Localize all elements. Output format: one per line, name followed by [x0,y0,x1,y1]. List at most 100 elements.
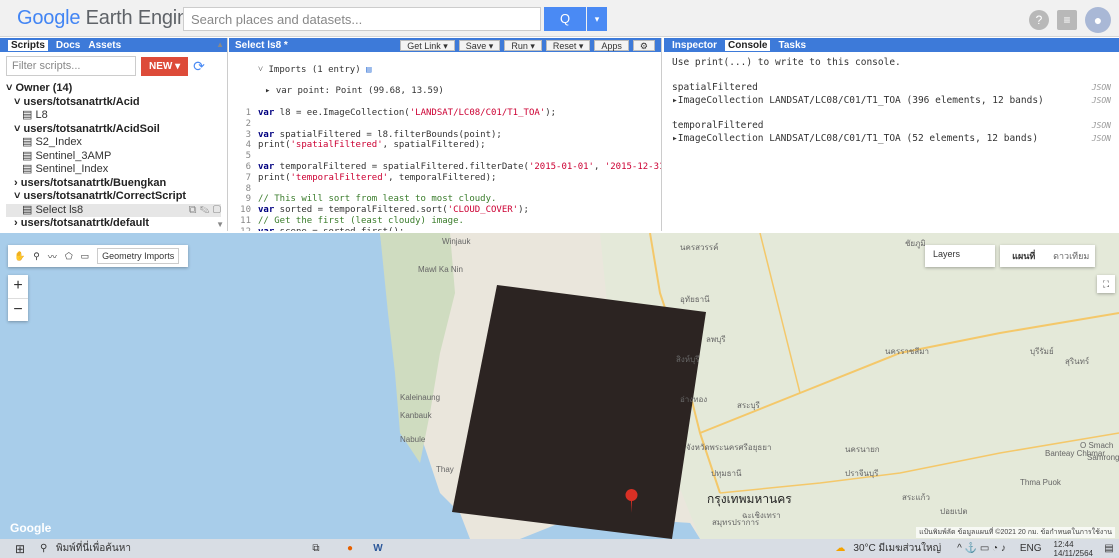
search-dropdown-button[interactable]: ▾ [587,7,607,31]
map-place-label: จังหวัดพระนครศรีอยุธยา [686,443,772,452]
json-link[interactable]: JSON [1092,94,1111,107]
map-type-map[interactable]: แผนที่ [1000,249,1048,263]
firefox-icon[interactable]: ● [336,543,364,554]
tab-docs[interactable]: Docs [56,40,80,51]
script-tree-item[interactable]: › users/totsanatrtk/Klongluang [6,231,221,232]
script-tree-item-wrap: › users/totsanatrtk/Buengkan [14,177,166,189]
script-tree-item[interactable]: ˅ Owner (14) [6,82,221,96]
script-action-icons[interactable]: ⧉ ✎ ▢ [189,204,221,218]
script-tree-item[interactable]: ▤ S2_Index [6,136,221,150]
task-view-icon[interactable]: ⧉ [296,543,336,554]
system-tray-icons[interactable]: ^ ⚓ ▭ ◔ ♪ [957,543,1006,554]
script-tree-item[interactable]: ▤ Sentinel_3AMP [6,150,221,164]
scroll-up-icon[interactable]: ▲ [216,40,224,49]
json-link[interactable]: JSON [1092,119,1111,132]
chevron-icon: › [14,231,21,232]
refresh-icon[interactable]: ⟳ [193,58,205,75]
settings-gear-icon[interactable]: ⚙ [632,39,655,51]
imports-var[interactable]: ▸ var point: Point (99.68, 13.59) [229,86,661,97]
script-tree-item[interactable]: ˅ users/totsanatrtk/AcidSoil [6,123,221,137]
marker-tool-icon[interactable]: ⚲ [33,251,40,262]
zoom-out-button[interactable]: − [8,298,28,321]
weather-icon[interactable]: ☁ [835,543,845,554]
line-tool-icon[interactable]: 〰 [48,250,57,263]
script-tree-item-wrap: ▤ Sentinel_Index [22,163,108,175]
filter-row: Filter scripts... NEW ▾ ⟳ [0,52,227,80]
code-line[interactable]: 8 [229,184,661,195]
get-link-button[interactable]: Get Link ▾ [400,39,455,51]
language-indicator[interactable]: ENG [1020,543,1042,554]
save-button[interactable]: Save ▾ [458,39,501,51]
imports-header[interactable]: ˅ Imports (1 entry) ▤ [229,65,661,76]
code-line[interactable]: 11 // Get the first (least cloudy) image. [229,216,661,227]
code-line[interactable]: 5 [229,151,661,162]
windows-start-icon[interactable]: ⊞ [0,542,40,556]
code-line[interactable]: 7 print('temporalFiltered', temporalFilte… [229,173,661,184]
word-icon[interactable]: W [364,543,392,554]
zoom-in-button[interactable]: + [8,275,28,298]
imports-edit-icon[interactable]: ▤ [366,65,371,75]
script-tree-item-wrap: ▤ Select ls8 [22,204,83,218]
tab-tasks[interactable]: Tasks [778,40,806,51]
code-line[interactable]: 3 var spatialFiltered = l8.filterBounds(p… [229,130,661,141]
taskbar-search-input[interactable]: พิมพ์ที่นี่เพื่อค้นหา [56,541,296,556]
scroll-down-icon[interactable]: ▼ [216,220,224,229]
json-link[interactable]: JSON [1092,132,1111,145]
new-script-button[interactable]: NEW ▾ [141,56,189,76]
run-button[interactable]: Run ▾ [504,39,542,51]
script-tree-item[interactable]: ˅ users/totsanatrtk/Acid [6,96,221,110]
console-entry[interactable]: ▸ImageCollection LANDSAT/LC08/C01/T1_TOA… [672,94,1111,107]
script-tree-item[interactable]: ▤ L8 [6,109,221,123]
script-tree-item[interactable]: ▤ Sentinel_Index [6,163,221,177]
map-place-label: สิงห์บุรี [676,355,700,364]
code-line[interactable]: 9 // This will sort from least to most cl… [229,194,661,205]
clock[interactable]: 12:44 14/11/2564 [1054,540,1093,558]
geometry-imports-button[interactable]: Geometry Imports [97,248,180,264]
rectangle-tool-icon[interactable]: ▭ [81,251,90,262]
script-tree-label: L8 [35,109,48,121]
apps-button[interactable]: Apps [594,39,629,51]
script-tree-item[interactable]: ▤ Select ls8 ⧉ ✎ ▢ [6,203,221,218]
entry-label: spatialFiltered [672,82,758,93]
reset-button[interactable]: Reset ▾ [545,39,591,51]
map-view[interactable]: Winjauk นครสวรรค์ อุทัยธานี ชัยภูมิ Mawl Ka … [0,233,1119,539]
tab-console[interactable]: Console [725,39,771,51]
avatar[interactable]: ● [1085,7,1111,33]
script-tree-label: users/totsanatrtk/CorrectScript [23,190,187,202]
notification-icon[interactable]: ▤ [1099,543,1119,554]
code-line[interactable]: 2 [229,119,661,130]
weather-text[interactable]: 30°C มีเมฆส่วนใหญ่ [853,541,941,556]
code-line[interactable]: 6 var temporalFiltered = spatialFiltered.… [229,162,661,173]
tab-inspector[interactable]: Inspector [672,40,717,51]
filter-scripts-input[interactable]: Filter scripts... [6,56,136,76]
entry-value[interactable]: ▸ImageCollection LANDSAT/LC08/C01/T1_TOA… [672,132,1038,145]
code-line[interactable]: 12 var scene = sorted.first(); [229,227,661,231]
code-line[interactable]: 1 var l8 = ee.ImageCollection('LANDSAT/LC… [229,108,661,119]
search-button[interactable]: Q [544,7,586,31]
logo-earth-engine: Earth Engine [85,7,199,29]
script-tree-item[interactable]: ˅ users/totsanatrtk/CorrectScript [6,190,221,204]
console-entry[interactable]: ▸ImageCollection LANDSAT/LC08/C01/T1_TOA… [672,132,1111,145]
code-line[interactable]: 10 var sorted = temporalFiltered.sort('CL… [229,205,661,216]
code-area[interactable]: ˅ Imports (1 entry) ▤ ▸ var point: Point… [229,52,661,231]
json-link[interactable]: JSON [1092,81,1111,94]
help-icon[interactable]: ? [1029,10,1049,30]
script-tree-item[interactable]: › users/totsanatrtk/default [6,217,221,231]
taskbar-search-icon[interactable]: ⚲ [40,543,56,554]
script-tree-item-wrap: › users/totsanatrtk/Klongluang [14,231,174,232]
script-tree-item[interactable]: › users/totsanatrtk/Buengkan [6,177,221,191]
fullscreen-icon[interactable]: ⛶ [1097,275,1115,293]
search-input[interactable]: Search places and datasets... [183,7,541,31]
hand-icon[interactable]: ✋ [14,251,25,262]
entry-value[interactable]: ▸ImageCollection LANDSAT/LC08/C01/T1_TOA… [672,94,1044,107]
code-line[interactable]: 4 print('spatialFiltered', spatialFiltere… [229,140,661,151]
map-type-satellite[interactable]: ดาวเทียม [1048,249,1096,263]
code-text: print('temporalFiltered', temporalFilter… [258,172,497,183]
map-place-label: สระบุรี [737,401,760,410]
feedback-icon[interactable]: ≡ [1057,10,1077,30]
layers-button[interactable]: Layers [925,245,995,267]
tab-assets[interactable]: Assets [88,40,121,51]
earth-engine-logo[interactable]: Google Earth Engine [17,7,199,30]
tab-scripts[interactable]: Scripts [8,39,48,51]
polygon-tool-icon[interactable]: ⬠ [65,251,73,262]
